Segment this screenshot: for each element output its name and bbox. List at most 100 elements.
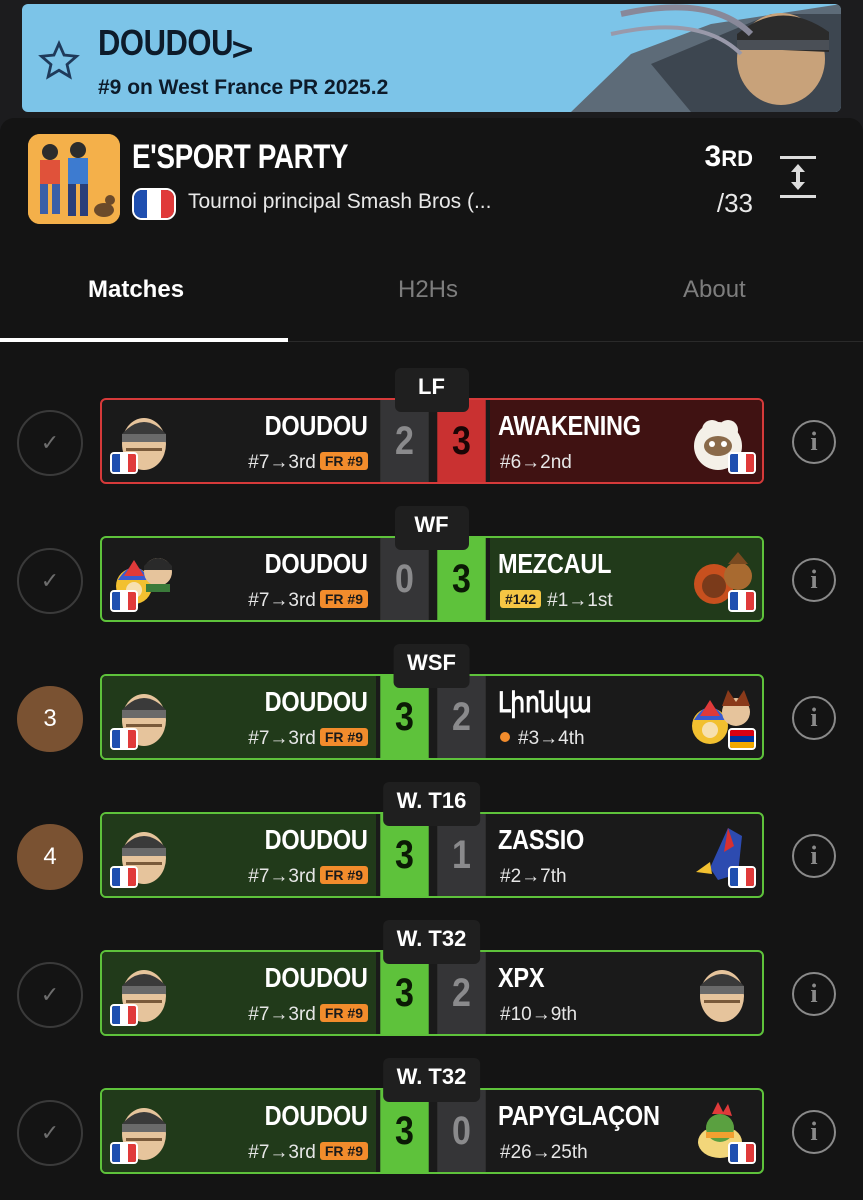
france-flag-icon	[110, 1142, 138, 1164]
player-seed: #7→3rd FR #9	[248, 452, 368, 474]
seed-text: #7→3rd	[248, 866, 316, 887]
player-left: DOUDOU #7→3rd FR #9	[102, 814, 376, 896]
tab-indicator	[0, 338, 288, 342]
pr-badge: FR #9	[319, 452, 368, 470]
info-icon[interactable]: i	[792, 558, 836, 602]
player-right: AWAKENING #6→2nd	[490, 400, 762, 482]
player-name: DOUDOU	[264, 410, 368, 441]
expand-vertical-icon[interactable]	[778, 152, 818, 202]
score-left: 0	[380, 538, 429, 620]
tab-about[interactable]: About	[683, 276, 746, 304]
france-flag-icon	[728, 590, 756, 612]
match-row[interactable]: WSF 3 DOUDOU #7→3rd FR #9 3 2 Լիոնկա #3→4…	[0, 644, 863, 764]
france-flag-icon	[110, 866, 138, 888]
score-right: 3	[437, 400, 486, 482]
score-left: 3	[380, 814, 429, 896]
info-icon[interactable]: i	[792, 972, 836, 1016]
score-right: 1	[437, 814, 486, 896]
player-right: MEZCAUL #142 #1→1st	[490, 538, 762, 620]
pr-badge: FR #9	[319, 1004, 368, 1022]
match-row[interactable]: LF ✓ DOUDOU #7→3rd FR #9 2 3 AWAKENING #6…	[0, 368, 863, 488]
info-icon[interactable]: i	[792, 420, 836, 464]
snake-icon	[700, 970, 744, 1022]
player-seed: #26→25th	[500, 1142, 588, 1163]
player-left: DOUDOU #7→3rd FR #9	[102, 538, 376, 620]
player-name: XPX	[498, 962, 545, 993]
score-right: 3	[437, 538, 486, 620]
check-icon: ✓	[17, 962, 83, 1028]
player-name: DOUDOU	[264, 824, 368, 855]
player-seed: #10→9th	[500, 1004, 578, 1025]
match-row[interactable]: WF ✓ DOUDOU #7→3rd FR #9 0 3 MEZCAUL #142…	[0, 506, 863, 626]
score-right: 2	[437, 952, 486, 1034]
france-flag-icon	[110, 1004, 138, 1026]
player-seed: #7→3rd FR #9	[248, 1142, 368, 1164]
info-icon[interactable]: i	[792, 834, 836, 878]
france-flag-icon	[132, 188, 176, 220]
armenia-flag-icon	[728, 728, 756, 750]
pr-badge: FR #9	[319, 866, 368, 884]
player-ranking: #9 on West France PR 2025.2	[98, 76, 389, 99]
score-left: 3	[380, 952, 429, 1034]
player-seed: #7→3rd FR #9	[248, 590, 368, 612]
online-dot	[500, 732, 510, 742]
round-label: W. T32	[382, 1058, 481, 1102]
placement: 3RD	[705, 140, 753, 174]
round-label: WSF	[393, 644, 470, 688]
seed-text: #7→3rd	[248, 590, 316, 611]
entrant-count: /33	[716, 188, 753, 218]
seed-text: #3→4th	[518, 728, 585, 749]
tournament-logo	[28, 134, 120, 224]
player-left: DOUDOU #7→3rd FR #9	[102, 676, 376, 758]
player-name: Լիոնկա	[498, 687, 592, 718]
pr-badge: FR #9	[319, 590, 368, 608]
match-row[interactable]: W. T32 ✓ DOUDOU #7→3rd FR #9 3 2 XPX #10→…	[0, 920, 863, 1040]
player-name: PAPYGLAÇON	[498, 1100, 660, 1131]
placement-suffix: RD	[721, 146, 753, 171]
match-row[interactable]: W. T32 ✓ DOUDOU #7→3rd FR #9 3 0 PAPYGLAÇ…	[0, 1058, 863, 1178]
info-icon[interactable]: i	[792, 696, 836, 740]
match-row[interactable]: W. T16 4 DOUDOU #7→3rd FR #9 3 1 ZASSIO #…	[0, 782, 863, 902]
pr-badge: FR #9	[319, 728, 368, 746]
player-left: DOUDOU #7→3rd FR #9	[102, 1090, 376, 1172]
player-name: DOUDOU	[98, 22, 234, 63]
tab-h2hs[interactable]: H2Hs	[398, 276, 458, 304]
pr-badge: FR #9	[319, 1142, 368, 1160]
star-icon[interactable]	[38, 40, 80, 82]
seed-text: #1→1st	[547, 590, 613, 611]
player-name: MEZCAUL	[498, 548, 612, 579]
player-name: ZASSIO	[498, 824, 585, 855]
round-label: LF	[394, 368, 469, 412]
seed-text: #7→3rd	[248, 728, 316, 749]
player-right: XPX #10→9th	[490, 952, 762, 1034]
player-right: Լիոնկա #3→4th	[490, 676, 762, 758]
player-seed: #7→3rd FR #9	[248, 728, 368, 750]
tournament-name: E'SPORT PARTY	[132, 138, 349, 176]
player-name: DOUDOU	[264, 686, 368, 717]
player-left: DOUDOU #7→3rd FR #9	[102, 952, 376, 1034]
check-icon: ✓	[17, 548, 83, 614]
player-seed: #7→3rd FR #9	[248, 866, 368, 888]
score-right: 2	[437, 676, 486, 758]
seed-text: #7→3rd	[248, 1004, 316, 1025]
seed-circle: 3	[17, 686, 83, 752]
france-flag-icon	[110, 452, 138, 474]
player-right: ZASSIO #2→7th	[490, 814, 762, 896]
info-icon[interactable]: i	[792, 1110, 836, 1154]
player-banner[interactable]: DOUDOU > #9 on West France PR 2025.2	[22, 4, 841, 112]
tab-matches[interactable]: Matches	[88, 276, 184, 304]
pr-badge: #142	[500, 590, 542, 608]
check-icon: ✓	[17, 1100, 83, 1166]
player-seed: #142 #1→1st	[500, 590, 613, 612]
check-icon: ✓	[17, 410, 83, 476]
seed-text: #7→3rd	[248, 452, 316, 473]
player-name: DOUDOU	[264, 1100, 368, 1131]
round-label: W. T16	[382, 782, 481, 826]
round-label: WF	[394, 506, 469, 550]
player-seed: #7→3rd FR #9	[248, 1004, 368, 1026]
france-flag-icon	[110, 728, 138, 750]
player-name: AWAKENING	[498, 410, 641, 441]
france-flag-icon	[728, 866, 756, 888]
round-label: W. T32	[382, 920, 481, 964]
player-seed: #3→4th	[500, 728, 585, 750]
